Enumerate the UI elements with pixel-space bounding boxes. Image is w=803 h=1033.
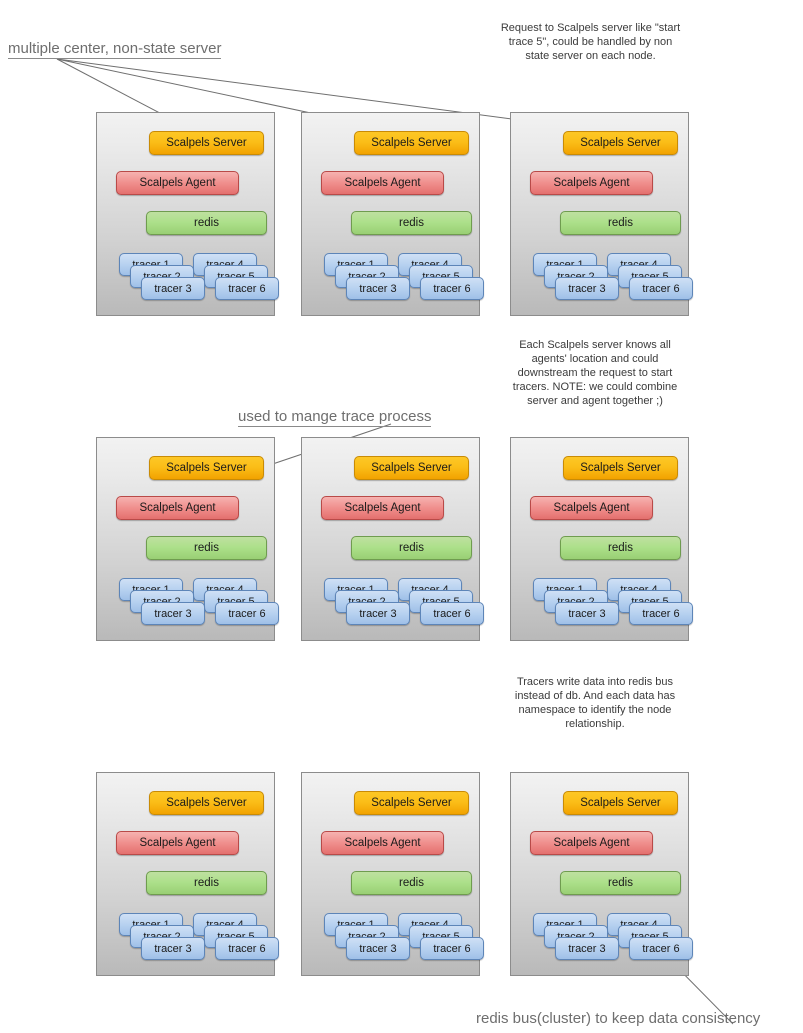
node-panel-1-3[interactable]: Scalpels Server Scalpels Agent redis tra…: [510, 112, 693, 316]
tracer-card[interactable]: tracer 6: [215, 937, 279, 960]
node-panel-3-2[interactable]: Scalpels Server Scalpels Agent redis tra…: [301, 772, 484, 976]
scalpels-agent-box[interactable]: Scalpels Agent: [530, 171, 653, 195]
redis-box[interactable]: redis: [560, 871, 681, 895]
scalpels-server-box[interactable]: Scalpels Server: [149, 131, 264, 155]
redis-box[interactable]: redis: [351, 211, 472, 235]
annotation-redis-bus: redis bus(cluster) to keep data consiste…: [476, 1010, 761, 1027]
node-panel-2-1[interactable]: Scalpels Server Scalpels Agent redis tra…: [96, 437, 279, 641]
tracer-card[interactable]: tracer 3: [346, 277, 410, 300]
scalpels-server-box[interactable]: Scalpels Server: [563, 456, 678, 480]
scalpels-agent-box[interactable]: Scalpels Agent: [116, 171, 239, 195]
tracer-card[interactable]: tracer 3: [555, 937, 619, 960]
redis-box[interactable]: redis: [351, 536, 472, 560]
redis-box[interactable]: redis: [146, 871, 267, 895]
tracer-stack-right[interactable]: tracer 4 tracer 5 tracer 6: [193, 253, 279, 301]
node-panel-2-2[interactable]: Scalpels Server Scalpels Agent redis tra…: [301, 437, 484, 641]
node-panel-3-3[interactable]: Scalpels Server Scalpels Agent redis tra…: [510, 772, 693, 976]
annotation-manage-trace-text: used to mange trace process: [238, 408, 432, 427]
tracer-card[interactable]: tracer 3: [141, 602, 205, 625]
scalpels-agent-box[interactable]: Scalpels Agent: [321, 496, 444, 520]
tracer-card[interactable]: tracer 3: [346, 937, 410, 960]
tracer-stack-right[interactable]: tracer 4 tracer 5 tracer 6: [193, 578, 279, 626]
tracer-card[interactable]: tracer 3: [141, 937, 205, 960]
node-panel-1-1[interactable]: Scalpels Server Scalpels Agent redis tra…: [96, 112, 279, 316]
scalpels-agent-box[interactable]: Scalpels Agent: [321, 831, 444, 855]
tracer-card[interactable]: tracer 6: [215, 602, 279, 625]
tracer-card[interactable]: tracer 6: [420, 937, 484, 960]
scalpels-agent-box[interactable]: Scalpels Agent: [530, 831, 653, 855]
tracer-stack-right[interactable]: tracer 4 tracer 5 tracer 6: [607, 253, 693, 301]
annotation-multiple-center-text: multiple center, non-state server: [8, 40, 222, 59]
redis-box[interactable]: redis: [560, 536, 681, 560]
node-panel-1-2[interactable]: Scalpels Server Scalpels Agent redis tra…: [301, 112, 484, 316]
scalpels-agent-box[interactable]: Scalpels Agent: [321, 171, 444, 195]
tracer-card[interactable]: tracer 6: [420, 602, 484, 625]
tracer-card[interactable]: tracer 6: [420, 277, 484, 300]
annotation-server-note: Each Scalpels server knows all agents' l…: [512, 339, 678, 407]
annotation-multiple-center: multiple center, non-state server: [8, 40, 222, 59]
node-panel-2-3[interactable]: Scalpels Server Scalpels Agent redis tra…: [510, 437, 693, 641]
tracer-card[interactable]: tracer 6: [629, 937, 693, 960]
tracer-stack-right[interactable]: tracer 4 tracer 5 tracer 6: [607, 578, 693, 626]
scalpels-server-box[interactable]: Scalpels Server: [149, 791, 264, 815]
scalpels-server-box[interactable]: Scalpels Server: [563, 131, 678, 155]
redis-box[interactable]: redis: [351, 871, 472, 895]
tracer-card[interactable]: tracer 3: [346, 602, 410, 625]
tracer-stack-right[interactable]: tracer 4 tracer 5 tracer 6: [607, 913, 693, 961]
diagram-canvas: multiple center, non-state server Reques…: [0, 0, 803, 1033]
tracer-stack-right[interactable]: tracer 4 tracer 5 tracer 6: [398, 253, 484, 301]
annotation-manage-trace: used to mange trace process: [238, 408, 432, 427]
scalpels-agent-box[interactable]: Scalpels Agent: [116, 831, 239, 855]
scalpels-server-box[interactable]: Scalpels Server: [354, 456, 469, 480]
tracer-stack-right[interactable]: tracer 4 tracer 5 tracer 6: [193, 913, 279, 961]
redis-box[interactable]: redis: [146, 536, 267, 560]
redis-box[interactable]: redis: [146, 211, 267, 235]
scalpels-agent-box[interactable]: Scalpels Agent: [116, 496, 239, 520]
tracer-card[interactable]: tracer 6: [629, 602, 693, 625]
scalpels-agent-box[interactable]: Scalpels Agent: [530, 496, 653, 520]
tracer-card[interactable]: tracer 6: [629, 277, 693, 300]
scalpels-server-box[interactable]: Scalpels Server: [354, 791, 469, 815]
tracer-card[interactable]: tracer 6: [215, 277, 279, 300]
node-panel-3-1[interactable]: Scalpels Server Scalpels Agent redis tra…: [96, 772, 279, 976]
scalpels-server-box[interactable]: Scalpels Server: [149, 456, 264, 480]
tracer-stack-right[interactable]: tracer 4 tracer 5 tracer 6: [398, 913, 484, 961]
annotation-redis-note: Tracers write data into redis bus instea…: [514, 676, 676, 730]
scalpels-server-box[interactable]: Scalpels Server: [354, 131, 469, 155]
scalpels-server-box[interactable]: Scalpels Server: [563, 791, 678, 815]
tracer-stack-right[interactable]: tracer 4 tracer 5 tracer 6: [398, 578, 484, 626]
tracer-card[interactable]: tracer 3: [555, 277, 619, 300]
annotation-request-note: Request to Scalpels server like "start t…: [500, 22, 681, 62]
redis-box[interactable]: redis: [560, 211, 681, 235]
tracer-card[interactable]: tracer 3: [555, 602, 619, 625]
tracer-card[interactable]: tracer 3: [141, 277, 205, 300]
